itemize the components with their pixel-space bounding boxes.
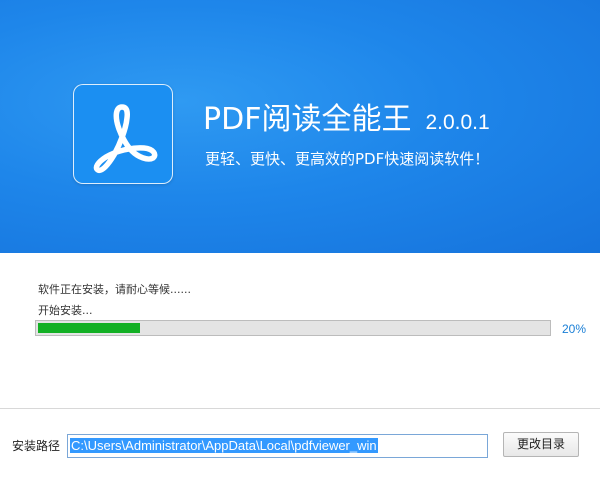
change-directory-button[interactable]: 更改目录 (503, 432, 579, 457)
install-path-label: 安装路径 (12, 439, 61, 453)
app-version: 2.0.0.1 (425, 111, 490, 134)
install-step-text: 开始安装... (38, 304, 93, 317)
install-progress-fill (38, 323, 140, 333)
install-progress-percent: 20% (562, 322, 587, 336)
app-name: PDF阅读全能王 (203, 102, 412, 137)
header-banner: PDF阅读全能王 2.0.0.1 更轻、更快、更高效的PDF快速阅读软件！ (0, 0, 600, 253)
install-status-text: 软件正在安装，请耐心等候...... (38, 283, 191, 296)
app-title: PDF阅读全能王 2.0.0.1 (203, 100, 490, 140)
install-path-input[interactable]: C:\Users\Administrator\AppData\Local\pdf… (67, 434, 488, 458)
acrobat-pdf-icon (93, 104, 158, 174)
app-logo (73, 84, 173, 184)
installer-window: PDF阅读全能王 2.0.0.1 更轻、更快、更高效的PDF快速阅读软件！ 软件… (0, 0, 600, 500)
install-progress-bar (35, 320, 551, 336)
install-path-value: C:\Users\Administrator\AppData\Local\pdf… (70, 438, 378, 453)
app-tagline: 更轻、更快、更高效的PDF快速阅读软件！ (205, 150, 490, 168)
